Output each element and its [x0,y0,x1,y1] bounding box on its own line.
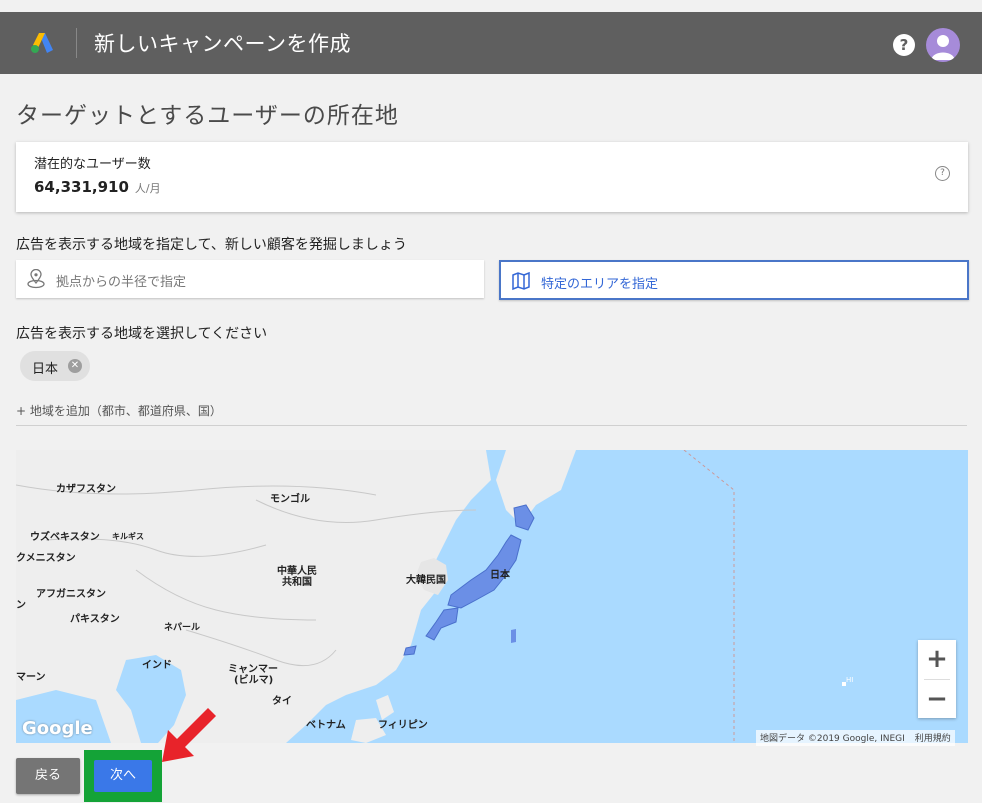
audience-value: 64,331,910 人/月 [34,178,161,196]
app-header: 新しいキャンペーンを作成 ? [0,12,982,74]
audience-unit: 人/月 [134,182,161,195]
help-icon[interactable]: ? [893,34,915,56]
map-label: インド [142,660,172,671]
zoom-out-button[interactable]: − [918,680,956,718]
map-label: (ビルマ) [234,675,274,686]
map-label: モンゴル [270,494,310,505]
divider [16,425,967,426]
map-label: 中華人民共和国 [277,566,317,588]
location-heading: 広告を表示する地域を指定して、新しい顧客を発掘しましょう [16,237,407,253]
map-label: 日本 [490,570,510,581]
terms-link[interactable]: 利用規約 [915,734,951,744]
zoom-control: + − [918,640,956,718]
next-button[interactable]: 次へ [94,760,152,792]
radius-option-label: 拠点からの半径で指定 [56,275,187,290]
audience-card: 潜在的なユーザー数 64,331,910 人/月 ? [16,142,968,212]
map-label: 大韓民国 [406,575,446,586]
zoom-in-button[interactable]: + [918,640,956,678]
back-button[interactable]: 戻る [16,758,80,794]
audience-number: 64,331,910 [34,178,129,196]
map-attribution: 地図データ ©2019 Google, INEGI 利用規約 [756,730,955,746]
header-divider [76,28,77,58]
map-label: ウズベキスタン [30,532,100,543]
avatar[interactable] [926,28,960,62]
page-title: ターゲットとするユーザーの所在地 [16,103,399,129]
add-region-link[interactable]: + 地域を追加（都市、都道府県、国） [16,402,222,419]
map-label: パキスタン [70,614,120,625]
map-label: ン [16,600,26,611]
map-label: フィリピン [378,720,428,731]
map-label: カザフスタン [56,484,116,495]
map-label-hi: HI [846,676,854,684]
attribution-text: 地図データ ©2019 Google, INEGI [760,734,905,744]
remove-chip-icon[interactable]: ✕ [68,359,82,373]
map-label: マーン [16,672,46,683]
red-arrow-annotation [162,708,216,762]
audience-label: 潜在的なユーザー数 [34,157,151,172]
app-title: 新しいキャンペーンを作成 [94,32,351,56]
map-label: クメニスタン [16,553,76,564]
help-circle-icon[interactable]: ? [935,166,950,181]
map-label: ネパール [164,623,201,633]
map-label: タイ [272,696,292,707]
specific-area-option[interactable]: 特定のエリアを指定 [499,260,969,300]
google-map-logo: Google [22,718,93,739]
map-label: アフガニスタン [36,589,106,600]
radius-option[interactable]: 拠点からの半径で指定 [16,260,484,298]
chip-label: 日本 [32,362,59,377]
map-label: ベトナム [306,720,346,731]
specific-area-option-label: 特定のエリアを指定 [541,277,659,292]
region-heading: 広告を表示する地域を選択してください [16,326,268,342]
map-area-icon [512,271,530,291]
google-ads-logo[interactable] [30,32,54,54]
map-label: キルギス [112,532,144,541]
region-chip-japan: 日本 ✕ [20,351,90,381]
radius-pin-icon [27,269,45,289]
